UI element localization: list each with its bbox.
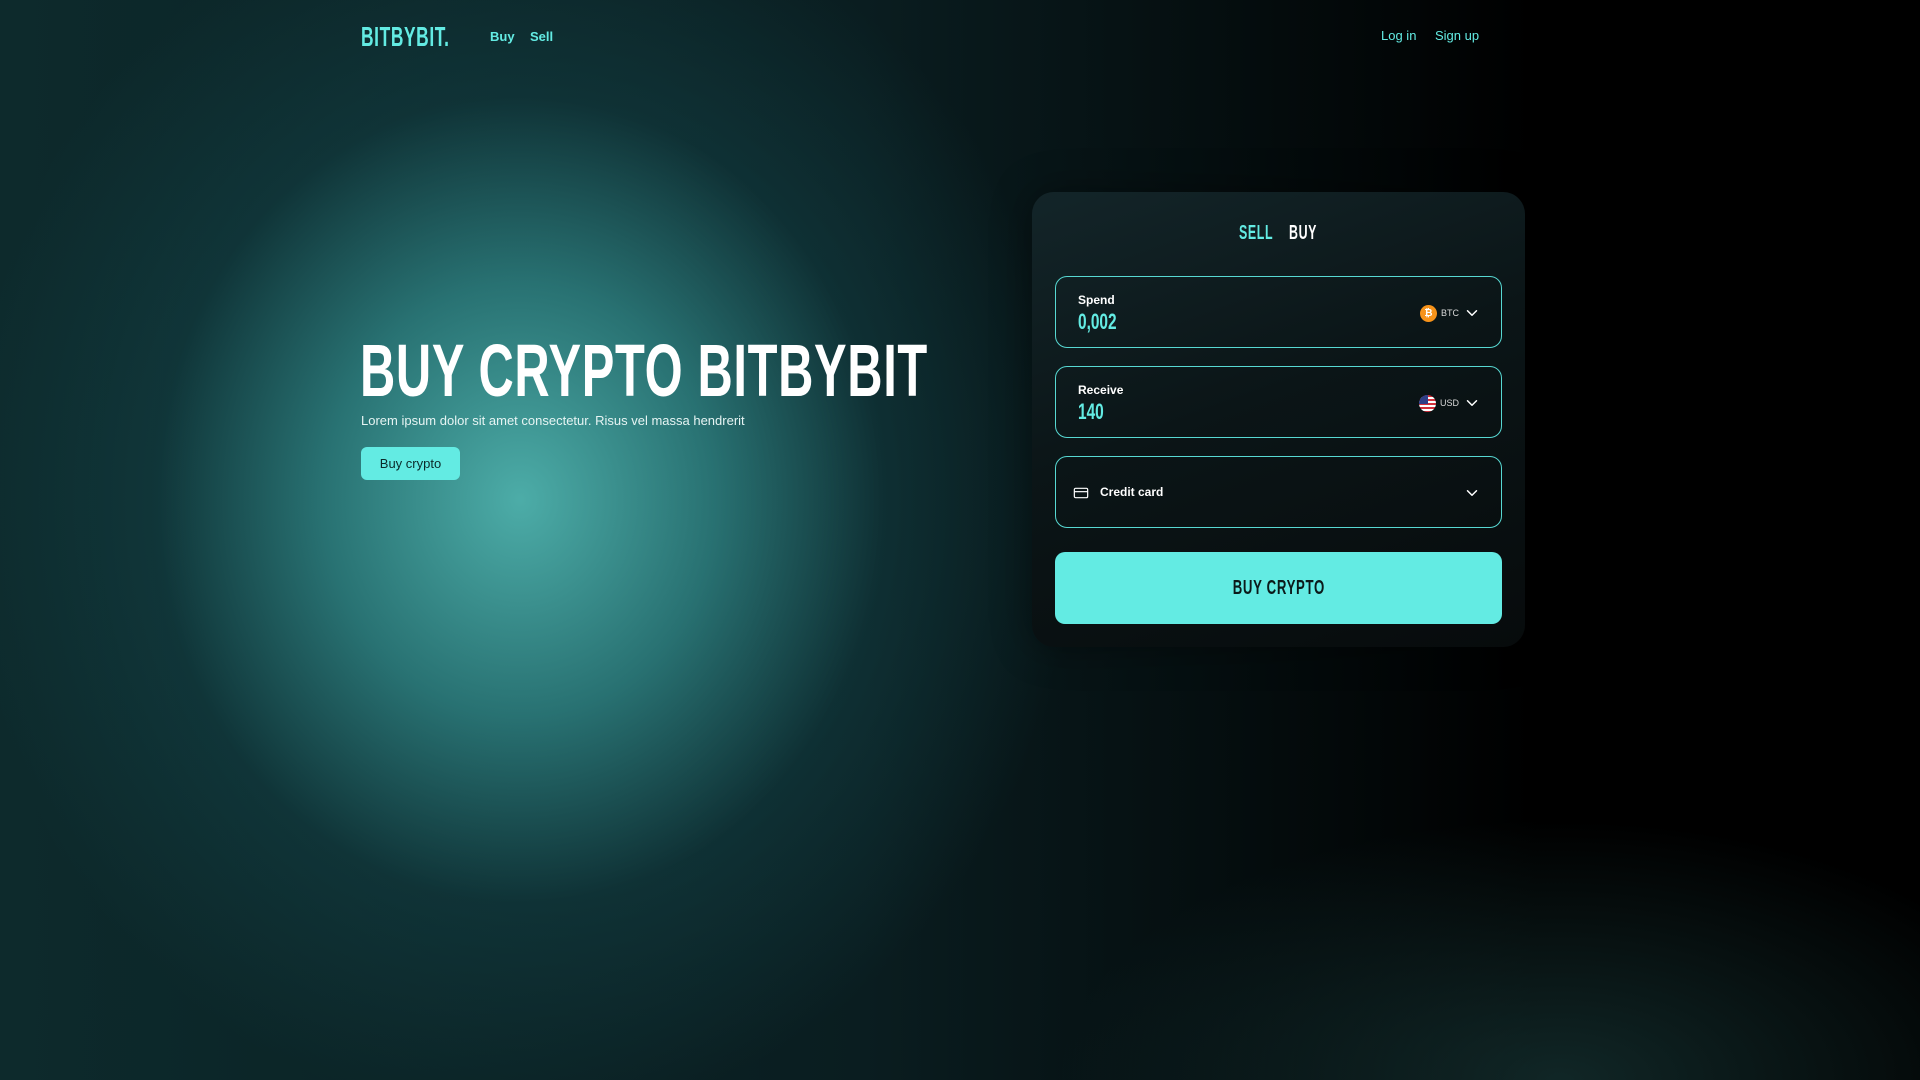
credit-card-icon (1073, 487, 1089, 499)
chevron-down-icon (1466, 400, 1478, 406)
chevron-down-icon (1466, 310, 1478, 316)
receive-amount-input[interactable]: 140 (1078, 399, 1104, 425)
receive-field[interactable]: Receive 140 USD (1055, 366, 1502, 438)
nav-buy-link[interactable]: Buy (490, 29, 515, 44)
tab-sell[interactable]: SELL (1239, 222, 1273, 245)
nav-sell-link[interactable]: Sell (530, 29, 553, 44)
signup-link[interactable]: Sign up (1435, 28, 1479, 43)
hero-subtitle: Lorem ipsum dolor sit amet consectetur. … (361, 413, 745, 428)
bitcoin-icon: ₿ (1420, 304, 1437, 322)
exchange-card: SELL BUY Spend 0,002 ₿ BTC Receive 140 U… (1032, 192, 1525, 647)
buy-crypto-submit-label: BUY CRYPTO (1232, 576, 1325, 599)
payment-method-select[interactable]: Credit card (1055, 456, 1502, 528)
buy-crypto-submit-button[interactable]: BUY CRYPTO (1055, 552, 1502, 624)
tab-buy[interactable]: BUY (1289, 222, 1317, 245)
spend-currency-select[interactable]: ₿ BTC (1420, 304, 1481, 322)
hero-buy-crypto-button[interactable]: Buy crypto (361, 447, 460, 480)
receive-label: Receive (1078, 383, 1124, 397)
chevron-down-icon (1466, 490, 1478, 496)
receive-currency-code: USD (1439, 398, 1459, 408)
payment-method-label: Credit card (1100, 485, 1164, 499)
spend-currency-code: BTC (1441, 308, 1459, 318)
receive-currency-select[interactable]: USD (1418, 394, 1481, 412)
spend-amount-input[interactable]: 0,002 (1078, 309, 1117, 335)
spend-field[interactable]: Spend 0,002 ₿ BTC (1055, 276, 1502, 348)
login-link[interactable]: Log in (1381, 28, 1416, 43)
logo[interactable]: BITBYBIT. (361, 21, 450, 53)
spend-label: Spend (1078, 293, 1115, 307)
hero-title: BUY CRYPTO BITBYBIT (360, 329, 928, 412)
us-flag-icon (1418, 394, 1436, 412)
